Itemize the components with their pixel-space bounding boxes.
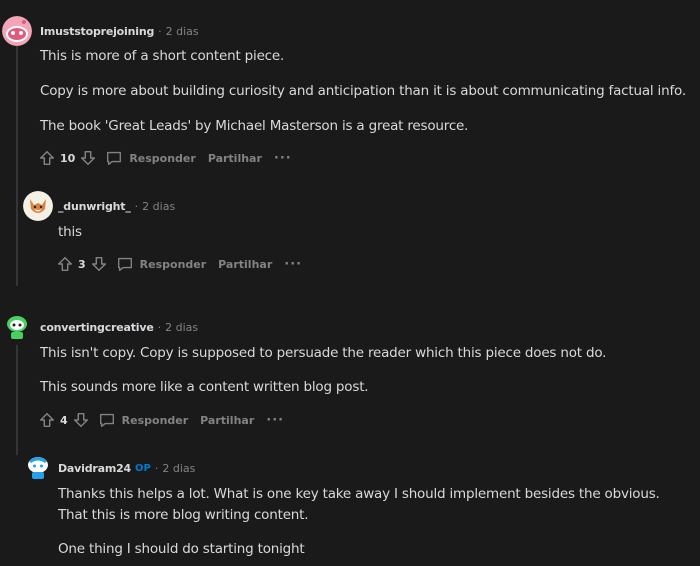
comment-meta: Imuststoprejoining · 2 dias bbox=[40, 23, 199, 39]
timestamp[interactable]: 2 dias bbox=[166, 25, 199, 38]
comment-meta: _dunwright_ · 2 dias bbox=[58, 198, 175, 214]
username[interactable]: convertingcreative bbox=[40, 321, 154, 334]
pink-snoo-avatar-icon[interactable] bbox=[2, 16, 32, 46]
vote-count: 4 bbox=[60, 413, 68, 427]
downvote-icon[interactable] bbox=[79, 149, 97, 167]
reply-button[interactable]: Responder bbox=[105, 149, 196, 167]
comment-meta: convertingcreative · 2 dias bbox=[40, 319, 198, 335]
upvote-icon[interactable] bbox=[38, 411, 56, 429]
more-options-button[interactable]: ··· bbox=[274, 151, 292, 166]
downvote-icon[interactable] bbox=[72, 411, 90, 429]
blue-snoo-avatar-icon[interactable] bbox=[23, 451, 53, 481]
separator-dot: · bbox=[158, 24, 162, 38]
comment-bubble-icon bbox=[116, 255, 134, 273]
fox-avatar-icon[interactable] bbox=[23, 191, 53, 221]
reply-button[interactable]: Responder bbox=[116, 255, 207, 273]
username[interactable]: Davidram24 bbox=[58, 462, 131, 475]
comment-bubble-icon bbox=[105, 149, 123, 167]
comment-paragraph: This is more of a short content piece. bbox=[40, 48, 285, 64]
share-button[interactable]: Partilhar bbox=[200, 414, 254, 427]
timestamp[interactable]: 2 dias bbox=[165, 321, 198, 334]
op-badge: OP bbox=[135, 462, 151, 474]
comment-paragraph: One thing I should do starting tonight bbox=[58, 541, 305, 557]
username[interactable]: _dunwright_ bbox=[58, 200, 131, 213]
more-options-button[interactable]: ··· bbox=[266, 413, 284, 428]
comment-paragraph: this bbox=[58, 224, 82, 240]
upvote-icon[interactable] bbox=[38, 149, 56, 167]
comment-bubble-icon bbox=[98, 411, 116, 429]
comment-paragraph: Copy is more about building curiosity an… bbox=[40, 83, 686, 99]
share-button[interactable]: Partilhar bbox=[218, 258, 272, 271]
green-snoo-avatar-icon[interactable] bbox=[2, 311, 32, 341]
comment-actions: 4 Responder Partilhar ··· bbox=[38, 410, 284, 430]
comment-paragraph: This sounds more like a content written … bbox=[40, 379, 369, 395]
more-options-button[interactable]: ··· bbox=[284, 257, 302, 272]
comment-actions: 10 Responder Partilhar ··· bbox=[38, 148, 292, 168]
username[interactable]: Imuststoprejoining bbox=[40, 25, 154, 38]
upvote-icon[interactable] bbox=[56, 255, 74, 273]
vote-count: 3 bbox=[78, 257, 86, 271]
comment-paragraph: This isn't copy. Copy is supposed to per… bbox=[40, 345, 607, 361]
reply-label: Responder bbox=[139, 257, 207, 271]
comment-paragraph: The book 'Great Leads' by Michael Master… bbox=[40, 118, 469, 134]
share-button[interactable]: Partilhar bbox=[208, 152, 262, 165]
comment-paragraph: Thanks this helps a lot. What is one key… bbox=[58, 486, 660, 523]
vote-count: 10 bbox=[60, 151, 76, 165]
separator-dot: · bbox=[154, 461, 159, 475]
separator-dot: · bbox=[134, 199, 139, 213]
thread-line[interactable] bbox=[16, 46, 18, 286]
thread-line[interactable] bbox=[16, 345, 18, 455]
reply-label: Responder bbox=[129, 151, 196, 165]
reply-label: Responder bbox=[121, 413, 189, 427]
comment-meta: Davidram24 OP · 2 dias bbox=[58, 460, 195, 476]
timestamp[interactable]: 2 dias bbox=[142, 200, 175, 213]
timestamp[interactable]: 2 dias bbox=[162, 462, 195, 475]
separator-dot: · bbox=[157, 320, 162, 334]
downvote-icon[interactable] bbox=[90, 255, 108, 273]
comment-actions: 3 Responder Partilhar ··· bbox=[56, 254, 302, 274]
reply-button[interactable]: Responder bbox=[98, 411, 189, 429]
